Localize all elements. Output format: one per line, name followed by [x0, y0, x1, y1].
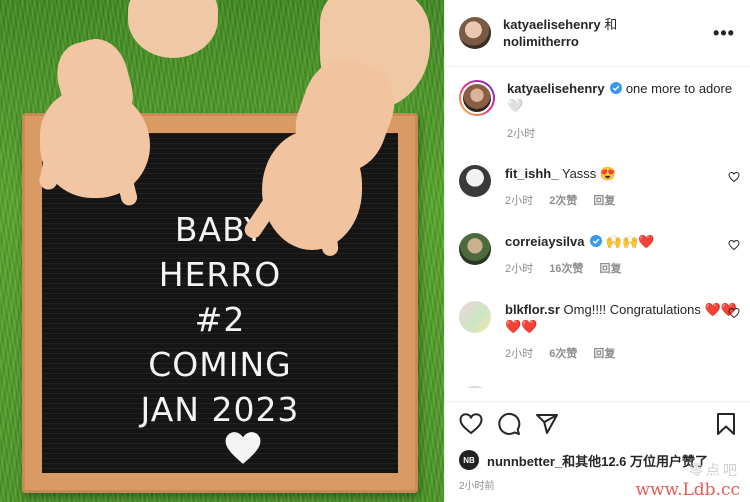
comment-like-icon[interactable]	[728, 307, 740, 319]
post-side-panel: katyaelisehenry 和 nolimitherro ••• katya…	[444, 0, 750, 502]
commenter-avatar[interactable]	[459, 301, 491, 333]
comment-like-icon[interactable]	[728, 171, 740, 183]
commenter-avatar[interactable]	[459, 165, 491, 197]
verified-badge-icon	[610, 82, 623, 94]
like-heart-icon[interactable]	[459, 412, 483, 436]
post-photo[interactable]: BABY HERRO #2 COMING JAN 2023	[0, 0, 444, 502]
watermark-url: www.Ldb.cc	[635, 480, 740, 500]
baby-hand-left	[40, 88, 150, 198]
watermark-cn-text: 零点吧	[689, 463, 740, 479]
comment-time: 2小时	[505, 263, 534, 275]
baby-hand-right	[262, 130, 362, 250]
post-caption: katyaelisehenry one more to adore 🤍 2小时	[459, 80, 740, 143]
author-username[interactable]: katyaelisehenry	[503, 17, 601, 32]
more-options-icon[interactable]: •••	[712, 23, 736, 44]
comment-time: 2小时	[505, 195, 534, 207]
comment-item: fit_ishh_ Yasss 😍 2小时 2次赞 回复	[459, 165, 740, 210]
caption-username[interactable]: katyaelisehenry	[507, 81, 605, 96]
caption-avatar[interactable]	[459, 80, 495, 116]
comment-likes[interactable]: 16次赞	[549, 263, 583, 275]
site-watermark: 零点吧 www.Ldb.cc	[635, 460, 740, 500]
comment-username[interactable]: blkflor.sr	[505, 302, 560, 317]
comment-reply-button[interactable]: 回复	[600, 263, 622, 275]
author-avatar[interactable]	[459, 17, 491, 49]
liker-avatar[interactable]: NB	[459, 450, 479, 470]
commenter-avatar[interactable]	[459, 386, 491, 388]
comments-list: katyaelisehenry one more to adore 🤍 2小时 …	[445, 68, 750, 388]
commenter-avatar[interactable]	[459, 233, 491, 265]
share-send-icon[interactable]	[535, 412, 559, 436]
comment-likes[interactable]: 2次赞	[549, 195, 577, 207]
comment-item: correiaysilva 🙌🙌❤️ 2小时 16次赞 回复	[459, 233, 740, 278]
comment-item: blkflor.sr Omg!!!! Congratulations ❤️❤️❤…	[459, 301, 740, 363]
comment-text: 🙌🙌❤️	[605, 234, 655, 249]
comment-bubble-icon[interactable]	[497, 412, 521, 436]
board-line-5: JAN 2023	[140, 390, 300, 429]
comment-like-icon[interactable]	[728, 239, 740, 251]
letter-board-text: BABY HERRO #2 COMING JAN 2023	[42, 207, 398, 432]
board-line-3: #2	[194, 300, 246, 339]
post-action-bar	[445, 401, 750, 441]
comment-reply-button[interactable]: 回复	[593, 195, 615, 207]
board-line-4: COMING	[148, 345, 292, 384]
verified-badge-icon	[590, 235, 603, 247]
comment-text: Yasss 😍	[561, 166, 617, 181]
post-header: katyaelisehenry 和 nolimitherro •••	[445, 0, 750, 67]
baby-foot	[128, 0, 218, 58]
comment-item-partial	[459, 386, 740, 388]
caption-time: 2小时	[507, 128, 536, 140]
coauthor-username[interactable]: nolimitherro	[503, 34, 579, 49]
comment-username[interactable]: fit_ishh_	[505, 166, 558, 181]
board-line-2: HERRO	[158, 255, 282, 294]
post-authors: katyaelisehenry 和 nolimitherro	[503, 16, 712, 50]
heart-letter-icon	[225, 432, 261, 464]
comment-likes[interactable]: 6次赞	[549, 348, 577, 360]
save-bookmark-icon[interactable]	[714, 412, 738, 436]
authors-joiner: 和	[600, 17, 618, 32]
comment-reply-button[interactable]: 回复	[593, 348, 615, 360]
comment-username[interactable]: correiaysilva	[505, 234, 585, 249]
comment-time: 2小时	[505, 348, 534, 360]
post-time-ago: 2小时前	[459, 481, 495, 492]
